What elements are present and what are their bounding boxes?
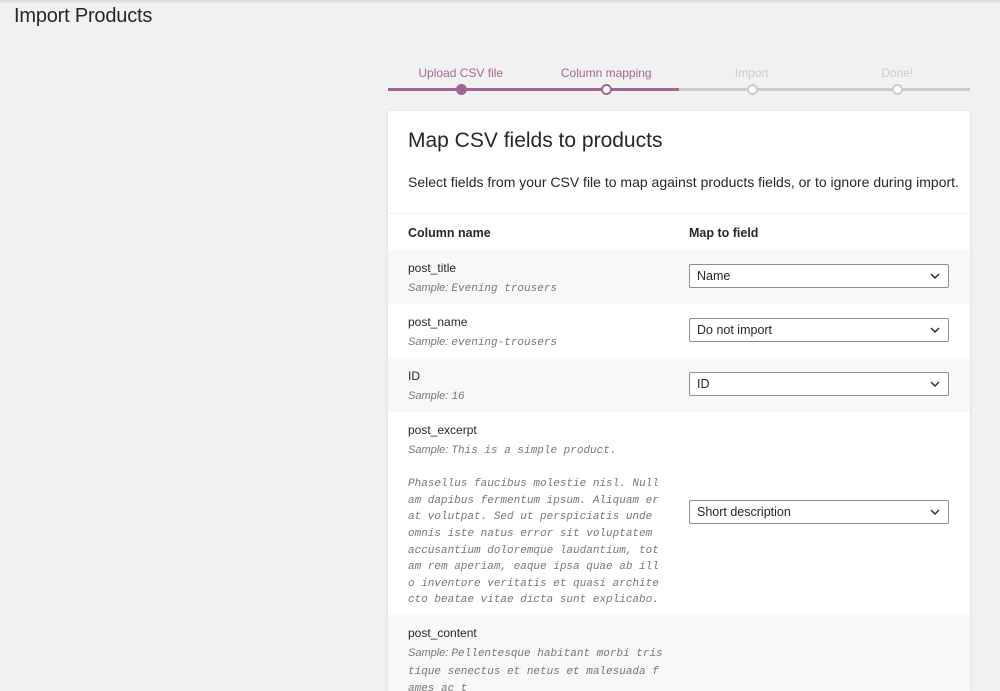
sample-prefix: Sample: [408, 444, 449, 456]
step-dot [746, 84, 758, 95]
step-column-mapping: Column mapping [533, 60, 679, 100]
sample-extra: Phasellus faucibus molestie nisl. Nullam… [408, 478, 659, 607]
column-name: post_name [408, 315, 468, 329]
column-sample: Sample: Evening trousers [408, 280, 664, 298]
step-upload-csv: Upload CSV file [388, 60, 534, 100]
import-progress-steps: Upload CSV file Column mapping Import Do… [388, 60, 970, 100]
chevron-down-icon [930, 327, 940, 333]
step-dot [601, 84, 613, 95]
column-sample: Sample: 16 [408, 388, 664, 406]
chevron-down-icon [930, 509, 940, 515]
map-field-select[interactable]: Name [689, 264, 949, 288]
step-label: Done! [881, 66, 914, 80]
page-title: Import Products [14, 5, 153, 27]
sample-value: evening-trousers [451, 337, 558, 349]
column-mapping-card: Map CSV fields to products Select fields… [388, 111, 970, 691]
sample-prefix: Sample: [408, 390, 449, 402]
map-field-select[interactable]: Do not import [689, 318, 949, 342]
top-shadow [0, 0, 1000, 4]
table-row: post_excerpt Sample: This is a simple pr… [388, 412, 970, 615]
step-label: Column mapping [560, 66, 652, 80]
table-row: post_title Sample: Evening trousers Name [388, 250, 970, 304]
chevron-down-icon [930, 273, 940, 279]
table-row: ID Sample: 16 ID [388, 358, 970, 412]
step-done: Done! [824, 60, 970, 100]
column-sample: Sample: evening-trousers [408, 334, 664, 352]
column-name: post_content [408, 626, 477, 640]
sample-prefix: Sample: [408, 282, 449, 294]
column-name-header: Column name [408, 226, 491, 240]
column-sample: Sample: Pellentesque habitant morbi tris… [408, 645, 664, 691]
select-value: Name [697, 269, 731, 283]
step-dot [892, 84, 904, 95]
map-field-select[interactable]: Short description [689, 500, 949, 524]
map-to-field-header: Map to field [689, 226, 759, 240]
select-value: Short description [697, 505, 791, 519]
select-value: Do not import [697, 323, 773, 337]
sample-value: Evening trousers [451, 283, 558, 295]
card-title: Map CSV fields to products [408, 129, 663, 152]
table-header: Column name Map to field [388, 214, 970, 250]
sample-value: 16 [451, 391, 465, 403]
column-name: post_title [408, 261, 457, 275]
sample-prefix: Sample: [408, 647, 449, 659]
table-row: post_name Sample: evening-trousers Do no… [388, 304, 970, 358]
sample-value: This is a simple product. [451, 445, 617, 457]
card-description: Select fields from your CSV file to map … [408, 174, 959, 190]
column-name: post_excerpt [408, 423, 477, 437]
sample-prefix: Sample: [408, 336, 449, 348]
step-import: Import [679, 60, 825, 100]
column-name: ID [408, 369, 420, 383]
map-field-select[interactable]: ID [689, 372, 949, 396]
select-value: ID [697, 377, 710, 391]
step-label: Import [734, 66, 769, 80]
chevron-down-icon [930, 381, 940, 387]
step-label: Upload CSV file [418, 66, 504, 80]
table-row: post_content Sample: Pellentesque habita… [388, 615, 970, 691]
column-sample: Sample: This is a simple product. Phasel… [408, 442, 664, 609]
step-dot [455, 84, 467, 95]
